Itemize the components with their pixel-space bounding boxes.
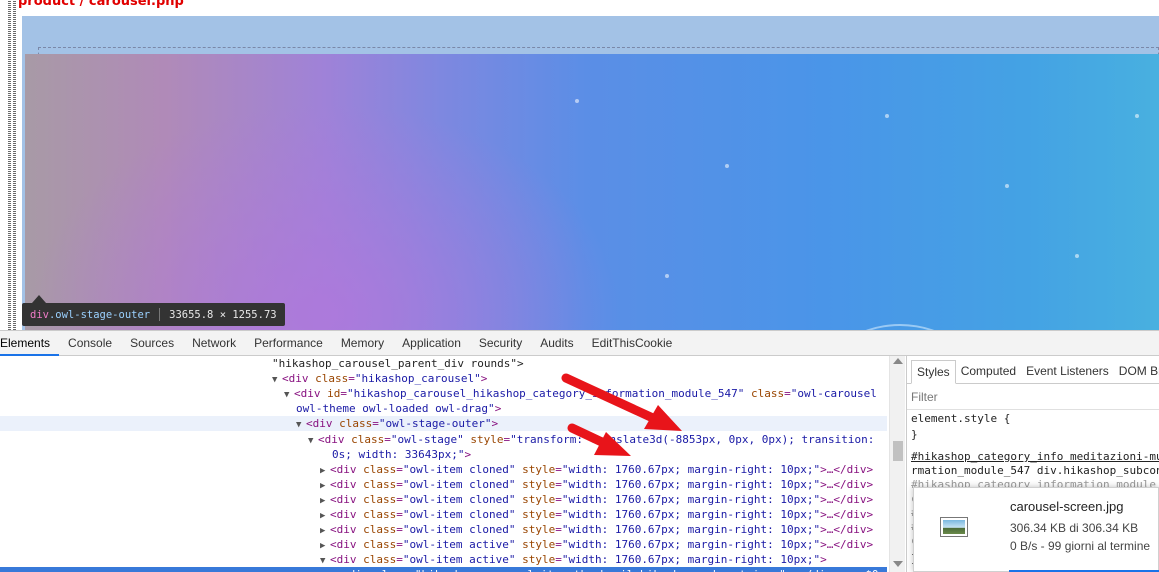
- annotation-arrow-2: [567, 423, 631, 456]
- annotation-arrows: [561, 373, 682, 456]
- annotation-arrow-1: [561, 373, 682, 431]
